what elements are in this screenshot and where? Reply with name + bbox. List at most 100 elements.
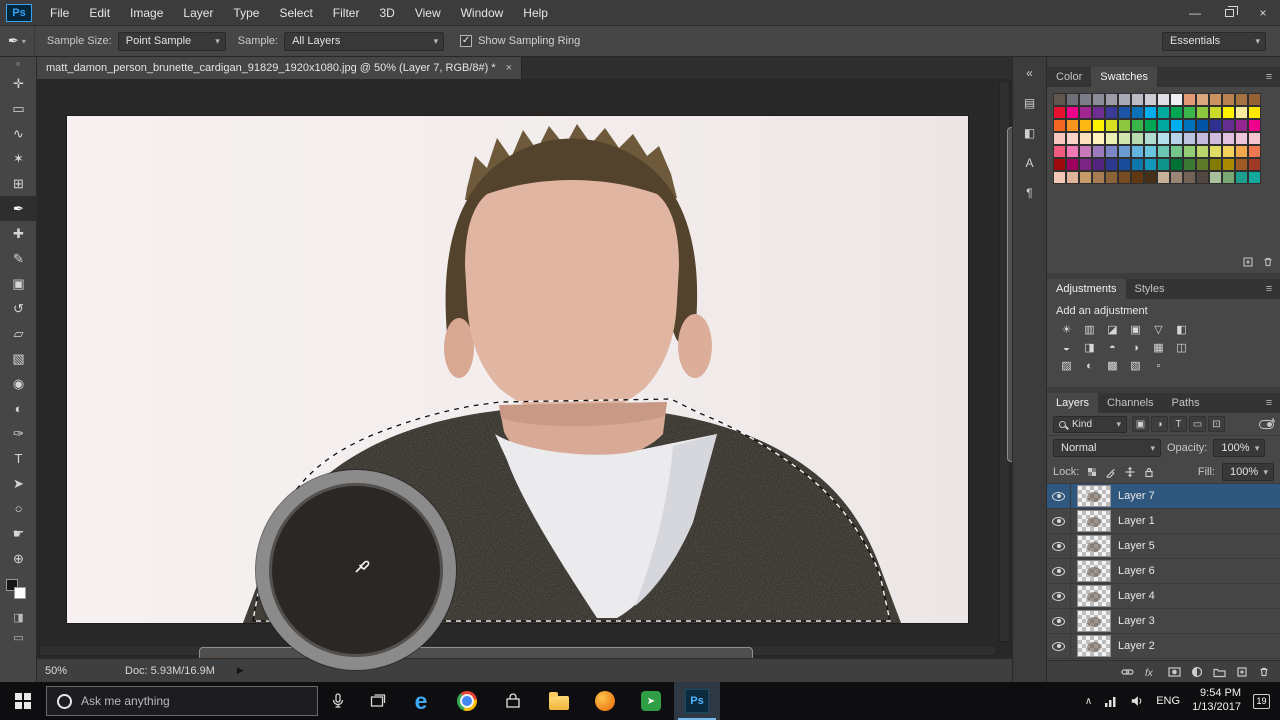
swatch[interactable] — [1119, 159, 1130, 170]
tab-channels[interactable]: Channels — [1098, 393, 1162, 413]
swatch[interactable] — [1093, 159, 1104, 170]
link-layers-icon[interactable] — [1121, 666, 1134, 678]
properties-icon[interactable]: ▤ — [1019, 93, 1041, 113]
panel-menu-icon[interactable]: ≡ — [1258, 279, 1280, 299]
new-group-icon[interactable] — [1213, 666, 1226, 678]
layer-row[interactable]: Layer 4 — [1047, 584, 1280, 609]
swatch[interactable] — [1197, 172, 1208, 183]
lock-pixels-icon[interactable] — [1105, 466, 1117, 478]
swatch[interactable] — [1106, 107, 1117, 118]
swatch[interactable] — [1067, 120, 1078, 131]
taskbar-app-explorer[interactable] — [536, 682, 582, 720]
vibrance-icon[interactable]: ▽ — [1148, 321, 1169, 338]
swatch[interactable] — [1145, 120, 1156, 131]
lasso-tool[interactable]: ∿ — [0, 121, 37, 146]
layer-row[interactable]: Layer 2 — [1047, 634, 1280, 659]
layer-thumbnail[interactable] — [1077, 535, 1111, 557]
layer-visibility-toggle[interactable] — [1047, 484, 1071, 508]
invert-icon[interactable]: ◫ — [1171, 339, 1192, 356]
delete-layer-icon[interactable] — [1258, 666, 1270, 678]
swatch[interactable] — [1054, 120, 1065, 131]
swatch[interactable] — [1158, 94, 1169, 105]
gradient-tool[interactable]: ▧ — [0, 346, 37, 371]
swatch[interactable] — [1236, 159, 1247, 170]
lock-position-icon[interactable] — [1124, 466, 1136, 478]
swatch[interactable] — [1197, 146, 1208, 157]
swatch[interactable] — [1210, 159, 1221, 170]
active-tool-preview[interactable]: ✒ ▾ — [0, 26, 35, 56]
swatch[interactable] — [1093, 146, 1104, 157]
posterize-icon[interactable]: ▨ — [1056, 357, 1077, 374]
taskbar-app-edge[interactable]: e — [398, 682, 444, 720]
swatch[interactable] — [1171, 159, 1182, 170]
swatch[interactable] — [1093, 94, 1104, 105]
swatch[interactable] — [1054, 133, 1065, 144]
swatch[interactable] — [1223, 120, 1234, 131]
menu-item[interactable]: Window — [451, 0, 514, 26]
swatch[interactable] — [1067, 107, 1078, 118]
tab-adjustments[interactable]: Adjustments — [1047, 279, 1126, 299]
tools-collapse-icon[interactable]: » — [0, 57, 36, 71]
black-white-icon[interactable]: ◨ — [1079, 339, 1100, 356]
swatch[interactable] — [1106, 159, 1117, 170]
swatch[interactable] — [1145, 94, 1156, 105]
zoom-level-field[interactable]: 50% — [45, 665, 79, 677]
swatch[interactable] — [1184, 146, 1195, 157]
swatch[interactable] — [1119, 172, 1130, 183]
mask-adjust-icon[interactable]: ▫ — [1148, 357, 1169, 374]
layer-row[interactable]: Layer 7 — [1047, 484, 1280, 509]
swatch[interactable] — [1119, 120, 1130, 131]
hand-tool[interactable]: ☛ — [0, 521, 37, 546]
zoom-tool[interactable]: ⊕ — [0, 546, 37, 571]
layer-style-icon[interactable]: fx — [1144, 666, 1158, 678]
panel-menu-icon[interactable]: ≡ — [1258, 393, 1280, 413]
minimize-button[interactable]: — — [1178, 0, 1212, 26]
swatch[interactable] — [1054, 146, 1065, 157]
exposure-icon[interactable]: ▣ — [1125, 321, 1146, 338]
tab-color[interactable]: Color — [1047, 67, 1091, 87]
gradient-map-icon[interactable]: ▩ — [1102, 357, 1123, 374]
pen-tool[interactable]: ✑ — [0, 421, 37, 446]
add-layer-mask-icon[interactable] — [1168, 666, 1181, 678]
blur-tool[interactable]: ◉ — [0, 371, 37, 396]
restore-button[interactable] — [1212, 0, 1246, 26]
taskbar-app-photoshop[interactable]: Ps — [674, 682, 720, 720]
kind-filter-dropdown[interactable]: Kind — [1053, 416, 1127, 433]
document-tab[interactable]: matt_damon_person_brunette_cardigan_9182… — [37, 57, 522, 79]
taskbar-app-store[interactable] — [490, 682, 536, 720]
move-tool[interactable]: ✛ — [0, 71, 37, 96]
swatch[interactable] — [1171, 120, 1182, 131]
swatch[interactable] — [1080, 133, 1091, 144]
swatch[interactable] — [1249, 107, 1260, 118]
sample-size-dropdown[interactable]: Point Sample — [118, 32, 226, 51]
swatch[interactable] — [1067, 159, 1078, 170]
swatch[interactable] — [1184, 107, 1195, 118]
layers-scroll-up-icon[interactable]: ▲ — [1269, 415, 1277, 424]
layer-row[interactable]: Layer 3 — [1047, 609, 1280, 634]
swatch[interactable] — [1171, 94, 1182, 105]
swatch[interactable] — [1249, 94, 1260, 105]
taskbar-app-chrome[interactable] — [444, 682, 490, 720]
swatch[interactable] — [1249, 133, 1260, 144]
character-icon[interactable]: A — [1019, 153, 1041, 173]
swatch[interactable] — [1106, 172, 1117, 183]
swatch[interactable] — [1145, 159, 1156, 170]
swatch[interactable] — [1132, 107, 1143, 118]
foreground-background-colors[interactable] — [6, 579, 30, 605]
swatch[interactable] — [1158, 107, 1169, 118]
history-brush-tool[interactable]: ↺ — [0, 296, 37, 321]
curves-icon[interactable]: ◪ — [1102, 321, 1123, 338]
new-layer-icon[interactable] — [1236, 666, 1248, 678]
horizontal-scrollbar[interactable] — [39, 645, 996, 656]
layer-visibility-toggle[interactable] — [1047, 559, 1071, 583]
menu-item[interactable]: Layer — [173, 0, 223, 26]
swatch[interactable] — [1067, 133, 1078, 144]
brush-tool[interactable]: ✎ — [0, 246, 37, 271]
tab-styles[interactable]: Styles — [1126, 279, 1174, 299]
swatch[interactable] — [1184, 120, 1195, 131]
swatch[interactable] — [1054, 107, 1065, 118]
opacity-dropdown[interactable]: 100% — [1213, 439, 1265, 457]
layer-row[interactable]: Layer 5 — [1047, 534, 1280, 559]
document-tab-close-icon[interactable]: × — [506, 62, 512, 74]
swatch[interactable] — [1132, 133, 1143, 144]
